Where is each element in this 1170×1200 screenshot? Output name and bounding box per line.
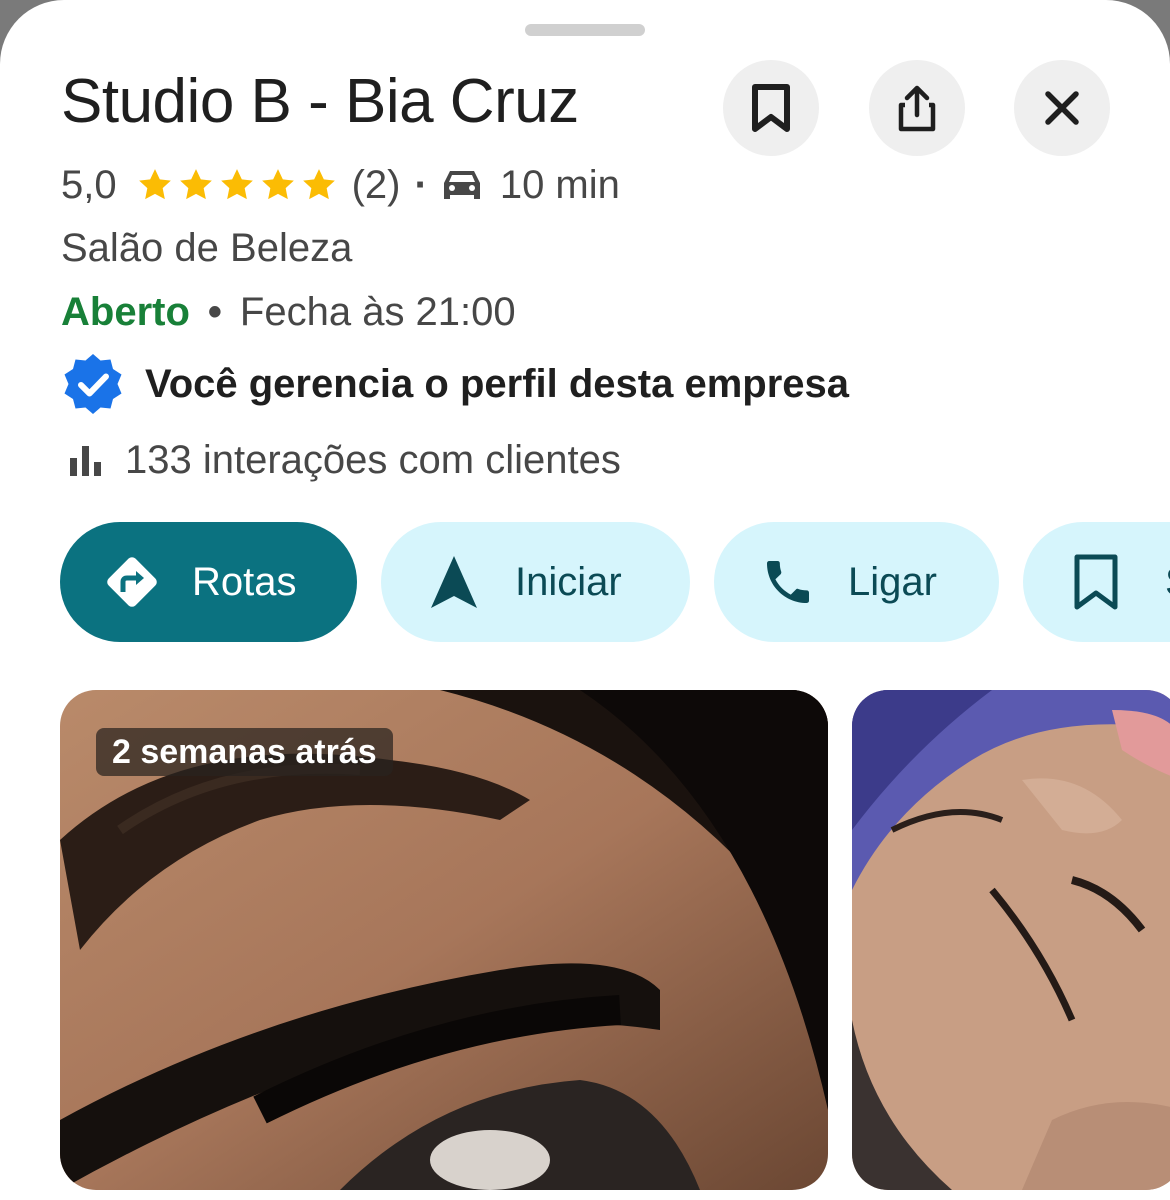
star-icon bbox=[261, 169, 294, 200]
rating-row: 5,0 (2) · 10 min bbox=[61, 160, 620, 210]
hours-row[interactable]: Aberto • Fecha às 21:00 bbox=[61, 286, 516, 338]
start-label: Iniciar bbox=[515, 559, 622, 604]
share-button[interactable] bbox=[869, 60, 965, 156]
call-button[interactable]: Ligar bbox=[714, 522, 999, 642]
photo-date-badge: 2 semanas atrás bbox=[96, 728, 393, 776]
call-label: Ligar bbox=[848, 559, 937, 604]
star-icon bbox=[220, 169, 253, 200]
bar-chart-icon bbox=[70, 446, 101, 476]
rating-stars[interactable] bbox=[135, 165, 340, 205]
star-icon bbox=[138, 169, 171, 200]
interactions-text: 133 interações com clientes bbox=[125, 437, 621, 482]
navigation-arrow-icon bbox=[431, 556, 477, 608]
photo-eyelashes[interactable]: 2 semanas atrás bbox=[60, 690, 828, 1190]
save-chip-button[interactable]: S bbox=[1023, 522, 1170, 642]
closing-time: Fecha às 21:00 bbox=[239, 289, 516, 334]
car-icon bbox=[443, 171, 480, 199]
meta-separator: · bbox=[414, 162, 428, 207]
save-chip-label: S bbox=[1165, 560, 1170, 605]
close-icon bbox=[1045, 91, 1079, 125]
place-category: Salão de Beleza bbox=[61, 225, 353, 270]
client-photo bbox=[852, 690, 1170, 1190]
bookmark-icon bbox=[752, 84, 790, 132]
verified-owner-row[interactable]: Você gerencia o perfil desta empresa bbox=[61, 352, 849, 416]
photo-client[interactable] bbox=[852, 690, 1170, 1190]
star-icon bbox=[302, 169, 335, 200]
bookmark-icon bbox=[1074, 554, 1118, 610]
open-status: Aberto bbox=[61, 289, 190, 334]
hours-separator: • bbox=[207, 289, 222, 334]
directions-icon bbox=[107, 557, 157, 607]
verified-text: Você gerencia o perfil desta empresa bbox=[145, 361, 850, 406]
interactions-row[interactable]: 133 interações com clientes bbox=[61, 434, 621, 486]
share-icon bbox=[898, 85, 936, 132]
drive-time: 10 min bbox=[499, 162, 620, 207]
close-button[interactable] bbox=[1014, 60, 1110, 156]
directions-label: Rotas bbox=[192, 559, 297, 604]
review-count[interactable]: (2) bbox=[352, 163, 401, 208]
rating-value: 5,0 bbox=[61, 162, 117, 207]
verified-badge-icon bbox=[64, 354, 122, 414]
save-button[interactable] bbox=[723, 60, 819, 156]
start-button[interactable]: Iniciar bbox=[381, 522, 690, 642]
place-title: Studio B - Bia Cruz bbox=[61, 67, 579, 136]
phone-icon bbox=[767, 561, 809, 603]
drag-handle[interactable] bbox=[525, 24, 645, 36]
place-sheet: Studio B - Bia Cruz 5,0 (2) · 10 min Sal… bbox=[0, 0, 1170, 1200]
directions-button[interactable]: Rotas bbox=[60, 522, 357, 642]
star-icon bbox=[179, 169, 212, 200]
